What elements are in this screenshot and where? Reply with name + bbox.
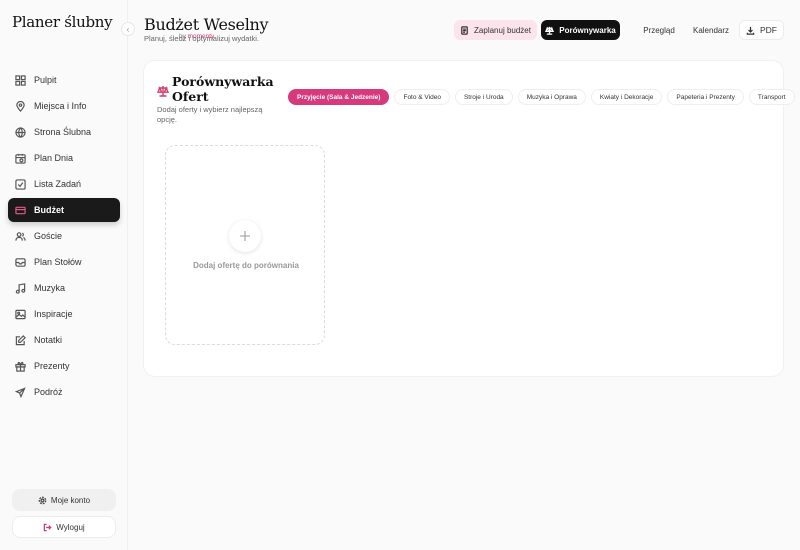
gear-icon: [38, 496, 47, 504]
chevron-left-icon: ‹: [126, 24, 130, 34]
sidebar-item-label: Pulpit: [34, 75, 57, 85]
calendar-label: Kalendarz: [692, 25, 730, 35]
sidebar-item-inspiracje[interactable]: Inspiracje: [8, 302, 120, 326]
brand-title: Planer ślubny: [12, 13, 113, 31]
sidebar-item-prezenty[interactable]: Prezenty: [8, 354, 120, 378]
category-tabs: Przyjęcie (Sala & Jedzenie) Foto & Video…: [288, 89, 800, 105]
brand-logo[interactable]: Planer ślubny by momenty: [12, 13, 214, 40]
tab-kwiaty-dekoracje[interactable]: Kwiaty i Dekoracje: [590, 89, 663, 105]
sidebar-item-label: Budżet: [34, 205, 64, 215]
tab-stroje-uroda[interactable]: Stroje i Uroda: [454, 89, 513, 105]
logout-button[interactable]: Wyloguj: [12, 516, 116, 538]
sidebar-item-muzyka[interactable]: Muzyka: [8, 276, 120, 300]
sidebar-item-strona[interactable]: Strona Ślubna: [8, 120, 120, 144]
pdf-button[interactable]: PDF: [739, 20, 784, 40]
globe-icon: [14, 126, 26, 138]
logout-label: Wyloguj: [56, 522, 85, 532]
sidebar-item-label: Muzyka: [34, 283, 66, 293]
sidebar-item-pulpit[interactable]: Pulpit: [8, 68, 120, 92]
account-label: Moje konto: [50, 495, 91, 505]
overview-label: Przegląd: [643, 25, 675, 35]
sidebar-item-podroz[interactable]: Podróż: [8, 380, 120, 404]
sidebar-item-label: Notatki: [34, 335, 63, 345]
sidebar-item-notatki[interactable]: Notatki: [8, 328, 120, 352]
tab-muzyka-oprawa[interactable]: Muzyka i Oprawa: [517, 89, 586, 105]
sidebar-nav: Pulpit Miejsca i Info Strona Ślubna Plan…: [8, 68, 120, 406]
image-icon: [14, 308, 26, 320]
sidebar-item-label: Goście: [34, 231, 63, 241]
map-pin-icon: [14, 100, 26, 112]
add-offer-label: Dodaj ofertę do porównania: [193, 261, 299, 270]
sidebar-item-label: Podróż: [34, 387, 63, 397]
document-icon: [461, 25, 468, 35]
overview-button[interactable]: Przegląd: [636, 20, 682, 40]
sidebar-item-label: Lista Zadań: [34, 179, 82, 189]
sidebar-item-label: Inspiracje: [34, 309, 73, 319]
sidebar-item-label: Plan Stołów: [34, 257, 82, 267]
calendar-button[interactable]: Kalendarz: [688, 20, 734, 40]
sidebar-item-plan-stolow[interactable]: Plan Stołów: [8, 250, 120, 274]
note-icon: [14, 334, 26, 346]
tab-transport[interactable]: Transport: [748, 89, 795, 105]
sidebar: Planer ślubny by momenty Pulpit Miejsca …: [0, 0, 214, 550]
plane-icon: [14, 386, 26, 398]
sidebar-item-label: Prezenty: [34, 361, 70, 371]
sidebar-item-lista-zadan[interactable]: Lista Zadań: [8, 172, 120, 196]
scale-icon: [545, 26, 555, 35]
pdf-label: PDF: [760, 25, 777, 35]
calendar-clock-icon: [14, 152, 26, 164]
sidebar-item-label: Strona Ślubna: [34, 127, 92, 137]
card-title: Porównywarka Ofert: [172, 74, 274, 104]
music-icon: [14, 282, 26, 294]
sidebar-item-goscie[interactable]: Goście: [8, 224, 120, 248]
users-icon: [14, 230, 26, 242]
download-icon: [746, 26, 755, 35]
table-icon: [14, 256, 26, 268]
add-offer-button[interactable]: [229, 220, 261, 252]
sidebar-item-miejsca[interactable]: Miejsca i Info: [8, 94, 120, 118]
sidebar-collapse-button[interactable]: ‹: [121, 22, 135, 36]
grid-icon: [14, 74, 26, 86]
scale-icon: [156, 84, 170, 97]
page-title: Budżet Weselny: [144, 15, 269, 34]
page-subtitle: Planuj, śledź i optymalizuj wydatki.: [144, 34, 260, 43]
offer-comparator-card: Porównywarka Ofert Dodaj oferty i wybier…: [143, 60, 795, 377]
tab-przyjecie[interactable]: Przyjęcie (Sala & Jedzenie): [288, 89, 390, 105]
comparator-button[interactable]: Porównywarka: [541, 20, 620, 40]
plan-budget-button[interactable]: Zaplanuj budżet: [454, 20, 537, 40]
sidebar-item-budzet[interactable]: Budżet: [8, 198, 120, 222]
sidebar-item-label: Miejsca i Info: [34, 101, 87, 111]
account-button[interactable]: Moje konto: [12, 489, 116, 511]
tab-foto-video[interactable]: Foto & Video: [394, 89, 450, 105]
sidebar-item-plan-dnia[interactable]: Plan Dnia: [8, 146, 120, 170]
gift-icon: [14, 360, 26, 372]
card-description: Dodaj oferty i wybierz najlepszą opcję.: [157, 105, 263, 124]
plan-budget-label: Zaplanuj budżet: [474, 25, 531, 35]
logout-icon: [44, 523, 52, 531]
tab-papeteria-prezenty[interactable]: Papeteria i Prezenty: [667, 89, 744, 105]
checkbox-icon: [14, 178, 26, 190]
add-offer-dropzone[interactable]: Dodaj ofertę do porównania: [165, 145, 325, 345]
comparator-label: Porównywarka: [559, 25, 616, 35]
plus-icon: [240, 231, 250, 241]
credit-card-icon: [14, 204, 26, 216]
sidebar-item-label: Plan Dnia: [34, 153, 74, 163]
